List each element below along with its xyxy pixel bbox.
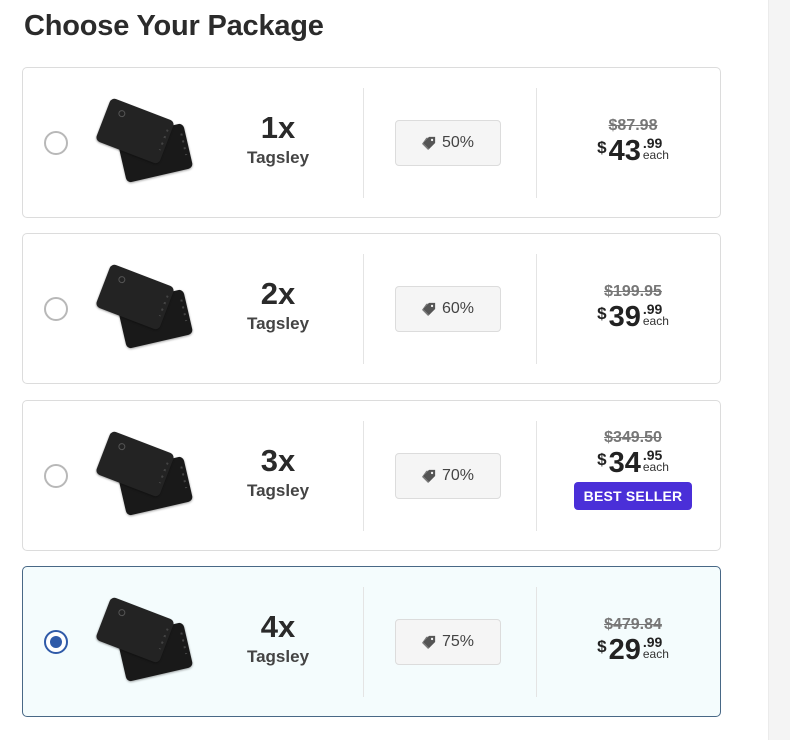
card-product-image (95, 97, 195, 188)
card-product-image (95, 263, 195, 354)
discount-badge: 75% (395, 619, 501, 665)
discount-label: 70% (441, 467, 475, 484)
discount-label: 50% (441, 134, 475, 151)
price-block: $199.95 $ 39 .99 each (563, 283, 703, 332)
product-name: Tagsley (246, 647, 310, 666)
price-whole: 43 (608, 135, 641, 167)
divider (363, 587, 364, 697)
product-name: Tagsley (246, 148, 310, 167)
price-block: $87.98 $ 43 .99 each (563, 117, 703, 166)
current-price: $ 43 .99 each (597, 135, 669, 167)
package-option-2[interactable]: 2x Tagsley 60% $199.95 $ 39 .99 each (22, 233, 721, 384)
quantity-label: 2x (260, 276, 296, 311)
card-product-image (95, 430, 195, 521)
package-selector-page: Choose Your Package 1x Tagsley 50% $87.9… (0, 0, 790, 740)
divider (363, 421, 364, 531)
divider (536, 421, 537, 531)
price-unit: each (642, 148, 669, 162)
tag-icon (421, 302, 436, 316)
quantity-label: 3x (260, 443, 296, 478)
package-quantity: 4x Tagsley (213, 609, 343, 667)
page-title: Choose Your Package (24, 10, 324, 42)
current-price: $ 29 .99 each (597, 634, 669, 666)
radio-button-icon[interactable] (44, 131, 68, 155)
package-option-4[interactable]: 4x Tagsley 75% $479.84 $ 29 .99 each (22, 566, 721, 717)
product-name: Tagsley (246, 314, 310, 333)
package-quantity: 3x Tagsley (213, 443, 343, 501)
radio-button-icon[interactable] (44, 630, 68, 654)
discount-badge: 50% (395, 120, 501, 166)
discount-badge: 60% (395, 286, 501, 332)
package-option-1[interactable]: 1x Tagsley 50% $87.98 $ 43 .99 each (22, 67, 721, 218)
discount-label: 75% (441, 633, 475, 650)
divider (536, 587, 537, 697)
divider (536, 88, 537, 198)
radio-button-icon[interactable] (44, 464, 68, 488)
price-block: $479.84 $ 29 .99 each (563, 616, 703, 665)
divider (536, 254, 537, 364)
price-whole: 29 (608, 634, 641, 666)
discount-label: 60% (441, 300, 475, 317)
currency-symbol: $ (597, 450, 607, 469)
old-price: $349.50 (604, 429, 662, 446)
radio-button-icon[interactable] (44, 297, 68, 321)
currency-symbol: $ (597, 138, 607, 157)
discount-badge: 70% (395, 453, 501, 499)
price-block: $349.50 $ 34 .95 each BEST SELLER (563, 429, 703, 510)
package-option-3[interactable]: 3x Tagsley 70% $349.50 $ 34 .95 each BES… (22, 400, 721, 551)
current-price: $ 39 .99 each (597, 301, 669, 333)
old-price: $479.84 (604, 616, 662, 633)
quantity-label: 4x (260, 609, 296, 644)
currency-symbol: $ (597, 304, 607, 323)
divider (363, 254, 364, 364)
best-seller-badge: BEST SELLER (573, 482, 693, 510)
quantity-label: 1x (260, 110, 296, 145)
price-whole: 34 (608, 447, 641, 479)
price-whole: 39 (608, 301, 641, 333)
tag-icon (421, 635, 436, 649)
old-price: $87.98 (608, 117, 658, 134)
product-name: Tagsley (246, 481, 310, 500)
price-unit: each (642, 314, 669, 328)
price-unit: each (642, 460, 669, 474)
old-price: $199.95 (604, 283, 662, 300)
current-price: $ 34 .95 each (597, 447, 669, 479)
package-quantity: 1x Tagsley (213, 110, 343, 168)
divider (363, 88, 364, 198)
scrollbar-gutter[interactable] (768, 0, 790, 740)
currency-symbol: $ (597, 637, 607, 656)
card-product-image (95, 596, 195, 687)
price-unit: each (642, 647, 669, 661)
tag-icon (421, 136, 436, 150)
package-quantity: 2x Tagsley (213, 276, 343, 334)
tag-icon (421, 469, 436, 483)
